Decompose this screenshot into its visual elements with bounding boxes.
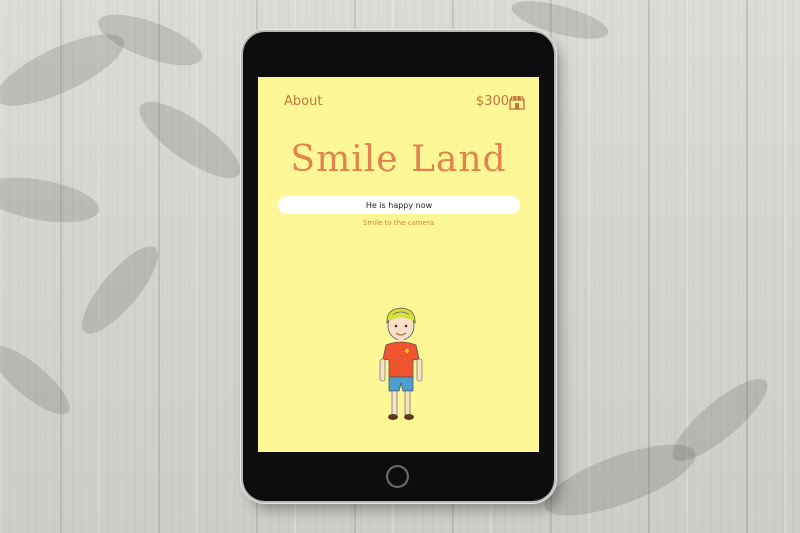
page-title: Smile Land — [290, 139, 507, 180]
about-link[interactable]: About — [284, 94, 322, 109]
tablet-device: About $300 Smile Land Smile to the camer… — [243, 32, 554, 501]
home-button-icon[interactable] — [386, 465, 409, 488]
balance-label: $300 — [475, 94, 509, 109]
boy-character-illustration — [379, 307, 423, 420]
hint-text: Smile to the camera — [362, 219, 435, 227]
shop-icon[interactable] — [509, 95, 525, 110]
app-screen: About $300 Smile Land Smile to the camer… — [258, 77, 539, 452]
status-input[interactable] — [278, 196, 520, 214]
